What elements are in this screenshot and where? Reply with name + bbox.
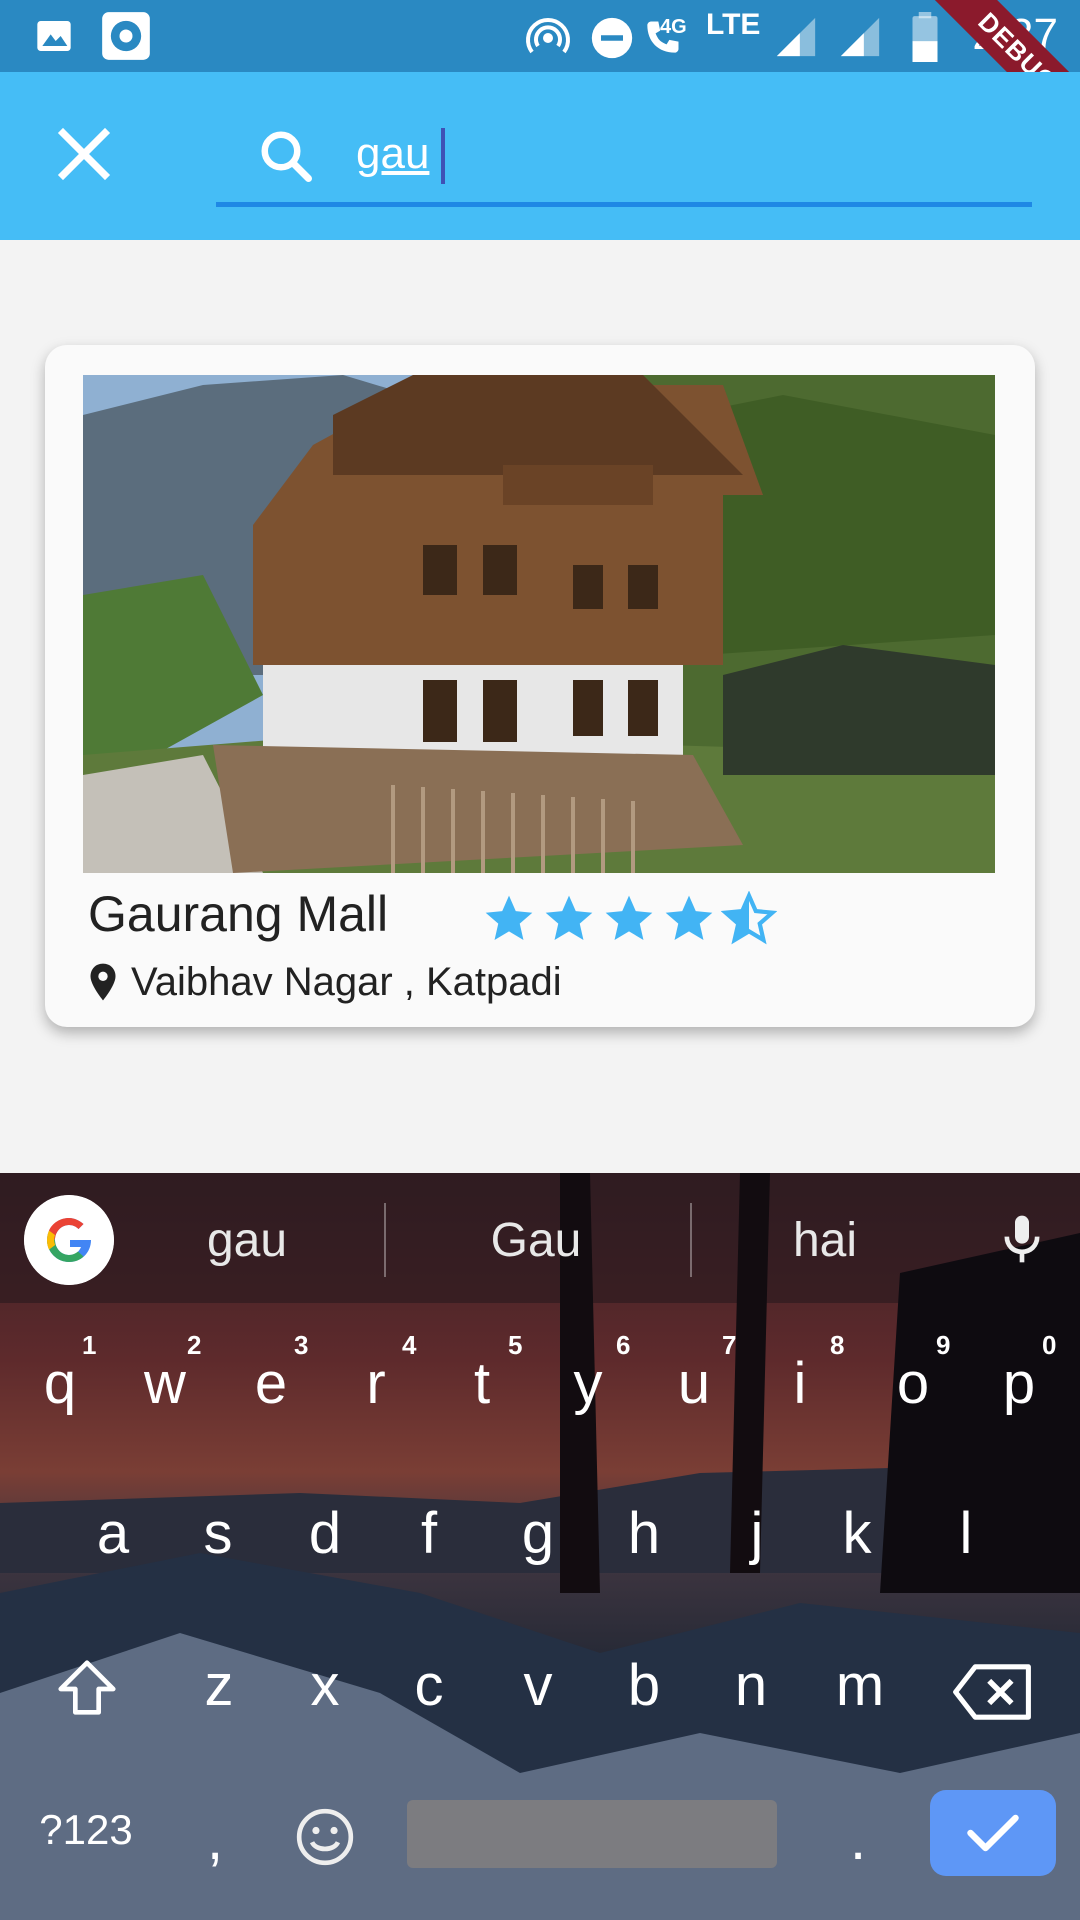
image-notification-icon (37, 21, 71, 51)
comma-key[interactable]: , (175, 1806, 255, 1873)
symbols-key[interactable]: ?123 (26, 1806, 146, 1854)
key-a[interactable]: a (69, 1500, 157, 1567)
network-type-label: LTE (706, 8, 761, 41)
star-full-icon (605, 895, 653, 940)
key-hint-0: 0 (1042, 1330, 1057, 1360)
app-notification-icon (102, 12, 150, 60)
key-f[interactable]: f (385, 1500, 473, 1567)
suggestion-3[interactable]: hai (715, 1213, 935, 1268)
star-full-icon (485, 895, 533, 940)
search-field[interactable] (216, 112, 1032, 207)
key-hint-3: 3 (294, 1330, 309, 1360)
suggestion-divider (690, 1203, 692, 1277)
network-4g-label: 4G (660, 16, 687, 38)
key-n[interactable]: n (707, 1652, 795, 1719)
suggestion-2[interactable]: Gau (426, 1213, 646, 1268)
key-x[interactable]: x (281, 1652, 369, 1719)
google-logo-icon[interactable] (24, 1195, 114, 1285)
key-hint-7: 7 (722, 1330, 737, 1360)
key-d[interactable]: d (281, 1500, 369, 1567)
key-l[interactable]: l (922, 1500, 1010, 1567)
key-hint-5: 5 (508, 1330, 523, 1360)
location-pin-icon (90, 963, 116, 1001)
checkmark-icon (967, 1814, 1019, 1852)
key-z[interactable]: z (175, 1652, 263, 1719)
signal-icon-2 (840, 17, 880, 57)
key-h[interactable]: h (600, 1500, 688, 1567)
key-hint-9: 9 (936, 1330, 951, 1360)
status-bar: 4G LTE 2:37 DEBUG (0, 0, 1080, 153)
space-key[interactable] (407, 1800, 777, 1868)
key-m[interactable]: m (816, 1652, 904, 1719)
suggestion-bar: gau Gau hai (0, 1173, 1080, 1303)
search-icon (261, 131, 312, 182)
suggestion-divider (384, 1203, 386, 1277)
star-half-icon (721, 891, 777, 945)
do-not-disturb-icon (591, 17, 633, 59)
microphone-icon[interactable] (994, 1209, 1050, 1269)
search-input[interactable] (356, 126, 956, 182)
key-hint-2: 2 (187, 1330, 202, 1360)
signal-icon (776, 17, 816, 57)
place-name: Gaurang Mall (88, 886, 389, 942)
key-g[interactable]: g (494, 1500, 582, 1567)
key-v[interactable]: v (494, 1652, 582, 1719)
battery-icon (912, 12, 938, 62)
place-photo (83, 375, 995, 873)
location-text: Vaibhav Nagar , Katpadi (131, 959, 562, 1004)
text-cursor (441, 128, 445, 184)
key-b[interactable]: b (600, 1652, 688, 1719)
suggestion-1[interactable]: gau (137, 1213, 357, 1268)
location-row: Vaibhav Nagar , Katpadi (83, 957, 562, 1007)
key-s[interactable]: s (174, 1500, 262, 1567)
key-j[interactable]: j (713, 1500, 801, 1567)
star-full-icon (665, 895, 713, 940)
key-hint-6: 6 (616, 1330, 631, 1360)
shift-icon[interactable] (52, 1654, 122, 1724)
key-hint-1: 1 (82, 1330, 97, 1360)
enter-key[interactable] (930, 1790, 1056, 1876)
key-hint-4: 4 (402, 1330, 417, 1360)
close-icon[interactable] (48, 118, 120, 190)
period-key[interactable]: . (818, 1806, 898, 1873)
result-card[interactable]: Gaurang Mall Vaibhav Nagar , Katpadi (45, 345, 1035, 1027)
key-k[interactable]: k (813, 1500, 901, 1567)
backspace-icon[interactable] (950, 1660, 1034, 1724)
star-full-icon (545, 895, 593, 940)
hotspot-icon (526, 18, 570, 54)
app-bar (0, 72, 1080, 240)
key-hint-8: 8 (830, 1330, 845, 1360)
emoji-icon[interactable] (294, 1806, 356, 1868)
rating-stars (481, 891, 777, 947)
key-c[interactable]: c (385, 1652, 473, 1719)
